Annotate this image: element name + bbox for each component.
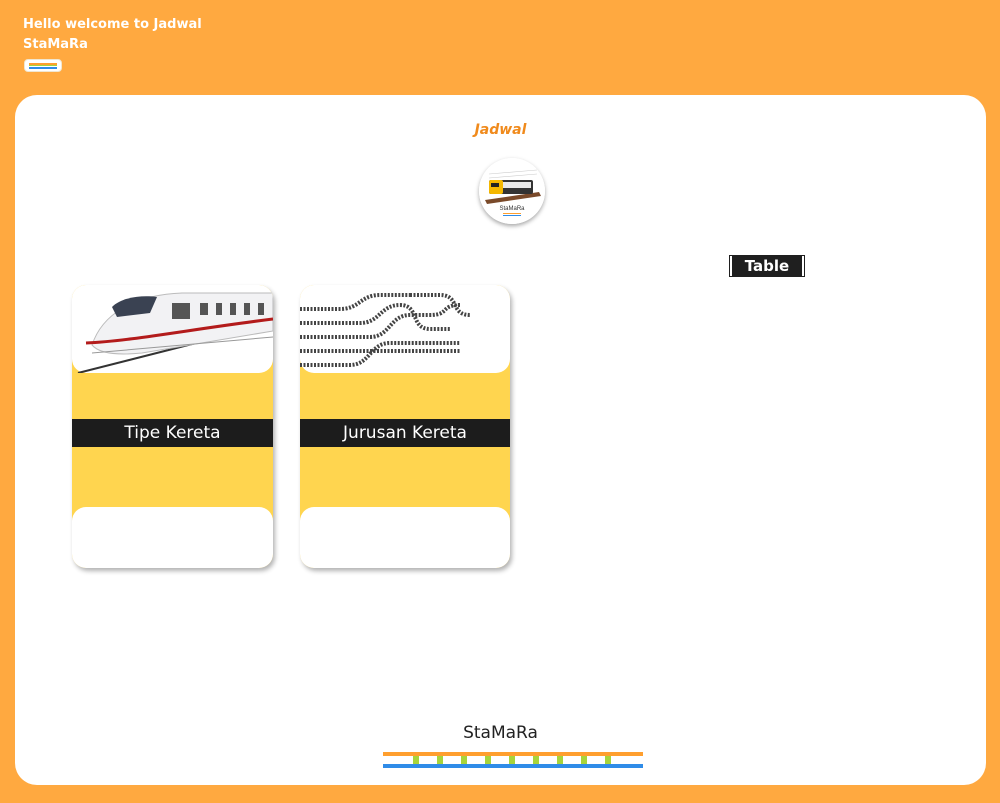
app-logo: StaMaRa [479,158,545,224]
card-jurusan-kereta[interactable]: Jurusan Kereta [300,285,510,568]
rail-logo-icon [383,752,643,768]
brand-name: StaMaRa [23,37,88,52]
card-image-area [300,285,510,373]
main-panel: Jadwal StaMaRa Table Tipe Kereta Jurusan… [15,95,986,785]
card-label: Jurusan Kereta [300,419,510,447]
card-tipe-kereta[interactable]: Tipe Kereta [72,285,273,568]
railway-tracks-icon [300,293,471,367]
menu-bar-green [29,65,57,66]
footer-brand: StaMaRa [463,723,538,743]
train-icon [77,292,273,374]
logo-caption: StaMaRa [499,206,525,212]
card-footer [72,507,273,568]
top-bar: Hello welcome to Jadwal StaMaRa [0,0,1000,95]
card-image-area [72,285,273,374]
card-footer [300,507,510,568]
welcome-text: Hello welcome to Jadwal [23,17,202,32]
logo-image: StaMaRa [479,158,545,224]
menu-button[interactable] [24,59,62,72]
page-title: Jadwal [474,122,527,138]
menu-bar-blue [29,67,57,69]
table-button[interactable]: Table [729,255,805,277]
card-label: Tipe Kereta [72,419,273,447]
